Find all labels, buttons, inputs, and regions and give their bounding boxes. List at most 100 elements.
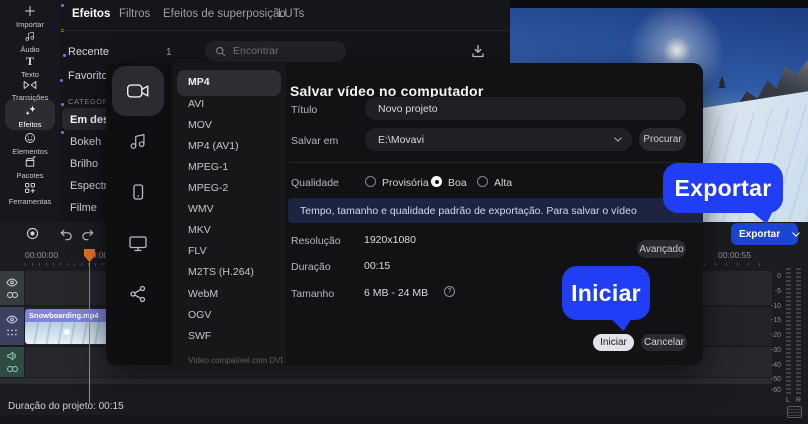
tab-luts[interactable]: LUTs [278, 8, 304, 21]
package-icon [24, 156, 36, 168]
format-item[interactable]: SWF [188, 330, 211, 342]
sidebar-item-label: Efeitos [18, 120, 42, 129]
cancel-button[interactable]: Cancelar [641, 334, 687, 351]
meter-label: -20 [770, 332, 781, 339]
resolution-label: Resolução [291, 235, 341, 247]
tab-efeitos-superposicao[interactable]: Efeitos de superposição [163, 8, 286, 21]
search-input[interactable] [231, 42, 339, 60]
sidebar-item-label: Pacotes [16, 171, 44, 180]
record-icon[interactable] [26, 227, 39, 240]
cancel-button-label: Cancelar [643, 337, 685, 348]
download-icon[interactable] [471, 44, 485, 58]
playhead-line[interactable] [89, 251, 90, 403]
notification-dot [62, 54, 66, 57]
smartphone-icon[interactable] [128, 182, 148, 202]
save-path-select[interactable]: E:\Movavi [365, 128, 632, 151]
format-item[interactable]: WMV [188, 203, 214, 215]
music-note-icon[interactable] [128, 131, 148, 151]
monitor-icon[interactable] [127, 232, 149, 254]
letter-t-icon: T [26, 54, 66, 67]
resolution-value: 1920x1080 [364, 234, 416, 246]
smiley-icon [24, 131, 64, 144]
timeline-scrollbar[interactable] [0, 378, 772, 384]
size-value: 6 MB - 24 MB [364, 287, 429, 299]
sidebar-item-ferramentas[interactable]: Ferramentas [0, 182, 60, 206]
start-callout: Iniciar [562, 266, 650, 331]
radio-boa[interactable] [431, 176, 442, 187]
ruler-ticks-right [704, 263, 764, 266]
eye-icon[interactable] [6, 315, 18, 324]
category-filme[interactable]: Filme [70, 202, 97, 214]
radio-provisoria[interactable] [365, 176, 376, 187]
search-box[interactable] [205, 41, 346, 62]
library-recent[interactable]: Recente [68, 47, 109, 58]
export-button[interactable]: Exportar [731, 223, 800, 245]
sidebar-item-label: Importar [16, 20, 44, 29]
undo-icon[interactable] [59, 229, 73, 241]
title-input[interactable]: Novo projeto [365, 97, 686, 120]
browse-button-label: Procurar [643, 134, 682, 145]
format-item[interactable]: WebM [188, 288, 218, 300]
sparkles-icon [24, 103, 64, 117]
sidebar-item-audio[interactable]: Áudio [0, 29, 64, 54]
category-brilho[interactable]: Brilho [70, 158, 98, 170]
category-bokeh[interactable]: Bokeh [70, 136, 101, 148]
share-icon[interactable] [128, 284, 148, 304]
sidebar-item-label: Elementos [12, 147, 48, 156]
tab-efeitos[interactable]: Efeitos [72, 8, 110, 21]
tab-filtros[interactable]: Filtros [119, 8, 150, 21]
radio-alta-label[interactable]: Alta [494, 177, 512, 189]
ruler-label-start: 00:00:00 [25, 250, 59, 260]
track-header-audio[interactable] [0, 347, 24, 377]
format-item[interactable]: OGV [188, 309, 211, 321]
format-item[interactable]: MOV [188, 119, 212, 131]
meter-settings-icon[interactable] [787, 406, 802, 418]
sidebar-item-efeitos[interactable]: Efeitos [0, 103, 64, 129]
radio-provisoria-label[interactable]: Provisória [382, 177, 429, 189]
format-item[interactable]: MP4 (AV1) [188, 140, 239, 152]
link-icon[interactable] [6, 365, 19, 373]
link-icon[interactable] [6, 291, 19, 299]
track-header-video[interactable] [0, 307, 24, 345]
meter-label: 0 [777, 273, 781, 280]
meter-label: -50 [770, 376, 781, 383]
tools-grid-icon [24, 182, 36, 194]
format-item[interactable]: AVI [188, 98, 204, 110]
format-item[interactable]: MKV [188, 224, 211, 236]
advanced-button[interactable]: Avançado [637, 240, 686, 258]
format-item-mp4[interactable]: MP4 [188, 76, 210, 88]
format-item[interactable]: MPEG-2 [188, 182, 228, 194]
sidebar-item-texto[interactable]: T Texto [0, 54, 66, 79]
ruler-label-right: 00:00:55 [718, 250, 752, 260]
radio-alta[interactable] [477, 176, 488, 187]
format-item[interactable]: MPEG-1 [188, 161, 228, 173]
dialog-title: Salvar vídeo no computador [290, 83, 484, 99]
audio-meter-bar-left [786, 268, 791, 394]
format-item[interactable]: M2TS (H.264) [188, 266, 254, 278]
sidebar-item-elementos[interactable]: Elementos [0, 131, 64, 156]
info-banner: Tempo, tamanho e qualidade padrão de exp… [288, 198, 703, 223]
speaker-icon[interactable] [6, 351, 18, 361]
sidebar-item-label: Ferramentas [8, 197, 52, 206]
audio-meter-bar-right [796, 268, 801, 394]
track-header-overlay[interactable] [0, 271, 24, 305]
video-camera-icon[interactable] [125, 78, 151, 104]
eye-icon[interactable] [6, 278, 18, 287]
size-label: Tamanho [291, 288, 335, 300]
sidebar-item-pacotes[interactable]: Pacotes [0, 156, 60, 180]
sidebar-item-importar[interactable]: Importar [0, 4, 64, 29]
chevron-down-icon[interactable] [792, 231, 800, 237]
browse-button[interactable]: Procurar [639, 128, 686, 151]
chevron-down-icon[interactable] [614, 137, 622, 142]
radio-boa-label[interactable]: Boa [448, 177, 467, 189]
film-frames-icon[interactable] [6, 328, 18, 337]
start-button[interactable]: Iniciar [593, 334, 634, 351]
help-icon[interactable]: ? [444, 286, 455, 297]
redo-icon[interactable] [81, 229, 95, 241]
title-field-label: Título [291, 104, 318, 116]
format-item-partial[interactable]: Vídeo compatível com DVD [188, 356, 283, 365]
app-window: Importar Áudio T Texto Transições Efeito… [0, 0, 808, 424]
ruler-ticks-left [25, 263, 105, 266]
sidebar-item-transicoes[interactable]: Transições [0, 79, 63, 102]
format-item[interactable]: FLV [188, 245, 206, 257]
